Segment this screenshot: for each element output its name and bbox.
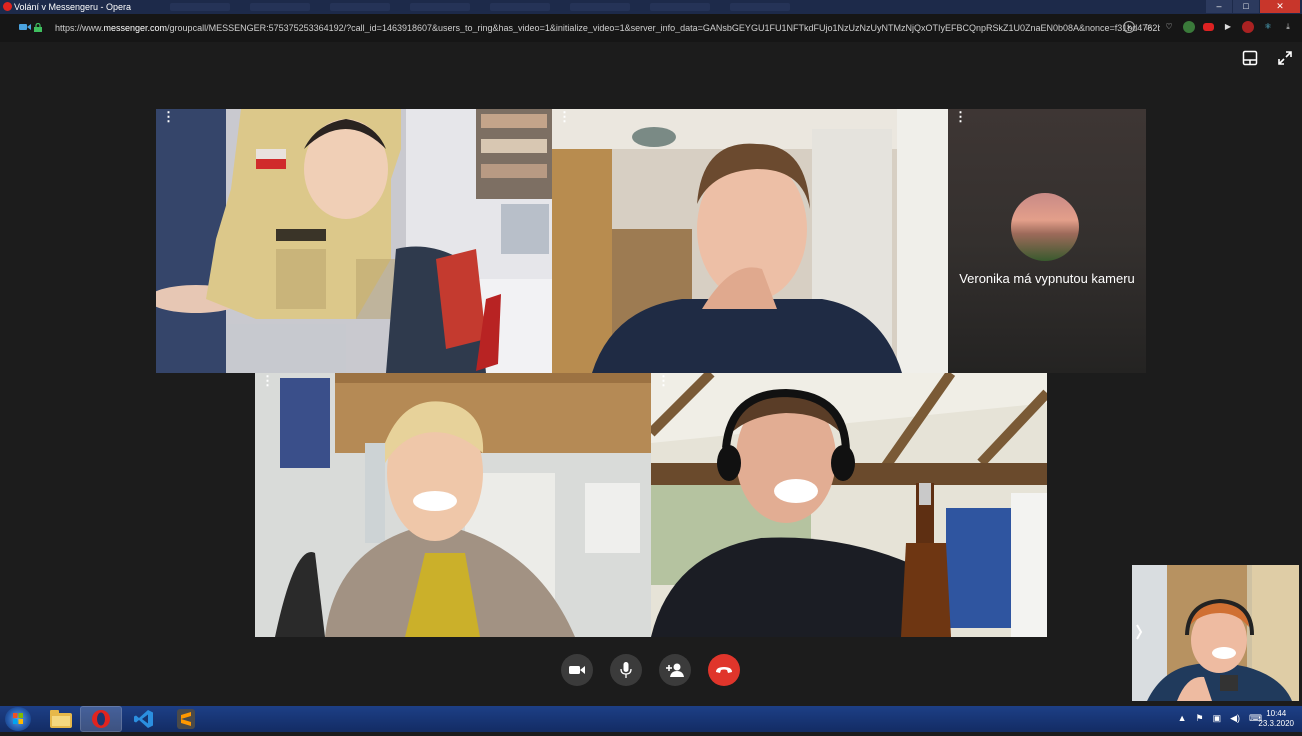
download-icon[interactable]: ⤓ <box>1282 21 1294 33</box>
layout-icon[interactable] <box>1242 50 1258 66</box>
microphone-icon <box>620 662 632 678</box>
video-tile-participant-3[interactable]: ⋮ <box>255 373 651 637</box>
folder-icon <box>50 710 72 728</box>
system-tray: ▲ ⚑ ▣ ◀) ⌨ <box>1178 713 1262 724</box>
vpn-icon[interactable] <box>1242 21 1254 33</box>
start-button[interactable] <box>5 707 31 731</box>
video-tile-participant-1[interactable]: ⋮ <box>156 109 552 373</box>
taskbar-opera[interactable] <box>80 706 122 732</box>
video-tile-participant-4[interactable]: ⋮ <box>651 373 1047 637</box>
background-tab[interactable] <box>330 3 390 11</box>
close-button[interactable]: ✕ <box>1260 0 1300 13</box>
background-tab[interactable] <box>170 3 230 11</box>
background-tab[interactable] <box>250 3 310 11</box>
more-options-icon[interactable]: ⋮ <box>657 374 670 387</box>
video-camera-icon <box>569 666 585 674</box>
clock-time: 10:44 <box>1266 709 1287 718</box>
sublime-icon <box>177 709 195 729</box>
show-hidden-icons[interactable]: ▲ <box>1178 713 1187 724</box>
opera-logo-icon <box>3 2 12 11</box>
camera-off-label: Veronika má vypnutou kameru <box>959 271 1135 286</box>
snapshot-icon[interactable]: ▷ <box>1143 21 1155 33</box>
url-text[interactable]: https://www.messenger.com/groupcall/MESS… <box>55 23 1160 33</box>
hang-up-icon <box>716 667 732 673</box>
toggle-microphone-button[interactable] <box>610 654 642 686</box>
clock-date: 23.3.2020 <box>1258 719 1294 728</box>
end-call-button[interactable] <box>708 654 740 686</box>
participant-video <box>552 109 948 373</box>
add-person-button[interactable] <box>659 654 691 686</box>
taskbar-vscode[interactable] <box>124 707 164 731</box>
add-person-icon <box>666 663 684 677</box>
network-icon[interactable]: ▣ <box>1213 713 1222 724</box>
taskbar-explorer[interactable] <box>41 707 81 731</box>
windows-logo-icon <box>13 713 23 724</box>
more-options-icon[interactable]: ⋮ <box>261 374 274 387</box>
video-tile-camera-off[interactable]: ⋮ Veronika má vypnutou kameru <box>948 109 1146 373</box>
url-path: /groupcall/MESSENGER:575375253364192/?ca… <box>167 23 1160 33</box>
action-center-flag-icon[interactable]: ⚑ <box>1195 713 1203 724</box>
toggle-video-button[interactable] <box>561 654 593 686</box>
url-domain: messenger.com <box>103 23 168 33</box>
opera-icon <box>92 710 110 728</box>
url-prefix: https://www. <box>55 23 104 33</box>
flow-icon[interactable]: ▶ <box>1222 21 1234 33</box>
window-title-bar: Volání v Messengeru - Opera – □ ✕ <box>0 0 1302 14</box>
window-title: Volání v Messengeru - Opera <box>14 2 132 12</box>
extension-icon[interactable] <box>1183 21 1195 33</box>
call-controls <box>561 654 740 686</box>
participant-video <box>255 373 651 637</box>
fullscreen-icon[interactable] <box>1277 50 1293 66</box>
participant-video <box>651 373 1047 637</box>
background-tab[interactable] <box>730 3 790 11</box>
react-icon[interactable]: ⚛ <box>1262 21 1274 33</box>
background-tab[interactable] <box>410 3 470 11</box>
background-tab[interactable] <box>570 3 630 11</box>
self-view-video[interactable] <box>1132 565 1299 701</box>
taskbar-sublime[interactable] <box>166 707 206 731</box>
background-tab[interactable] <box>650 3 710 11</box>
camera-permission-icon[interactable] <box>19 23 31 31</box>
vscode-icon <box>134 710 153 728</box>
address-bar[interactable]: https://www.messenger.com/groupcall/MESS… <box>0 14 1302 42</box>
avatar <box>1011 193 1079 261</box>
minimize-button[interactable]: – <box>1206 0 1232 13</box>
call-stage: ⋮ ⋮ ⋮ Veronika má vypnutou kameru <box>0 42 1302 706</box>
youtube-icon[interactable] <box>1203 23 1214 31</box>
windows-taskbar: ▲ ⚑ ▣ ◀) ⌨ 10:44 23.3.2020 <box>0 706 1302 732</box>
bookmark-icon[interactable]: ♡ <box>1163 21 1175 33</box>
video-tile-participant-2[interactable]: ⋮ <box>552 109 948 373</box>
lock-icon[interactable] <box>34 23 42 32</box>
clock[interactable]: 10:44 23.3.2020 <box>1258 709 1294 729</box>
volume-icon[interactable]: ◀) <box>1230 713 1240 724</box>
more-options-icon[interactable]: ⋮ <box>162 110 175 123</box>
self-video <box>1132 565 1299 701</box>
chevron-right-icon[interactable] <box>1134 621 1144 643</box>
block-icon[interactable]: × <box>1123 21 1135 33</box>
more-options-icon[interactable]: ⋮ <box>954 110 967 123</box>
participant-video <box>156 109 552 373</box>
background-tab[interactable] <box>490 3 550 11</box>
maximize-button[interactable]: □ <box>1233 0 1259 13</box>
more-options-icon[interactable]: ⋮ <box>558 110 571 123</box>
